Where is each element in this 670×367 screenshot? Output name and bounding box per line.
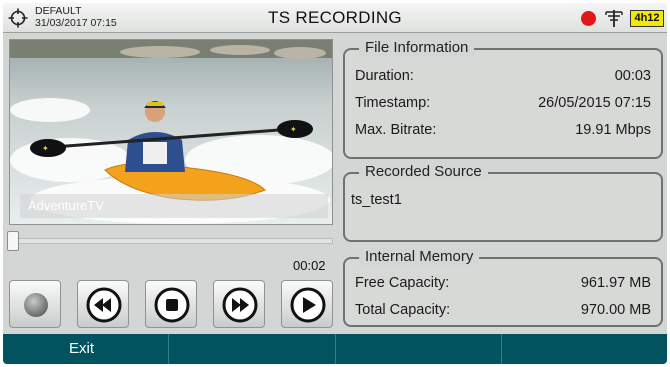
file-information-panel: File Information Duration: 00:03 Timesta… — [343, 39, 663, 159]
softkey-3[interactable] — [336, 334, 502, 364]
record-toggle-button[interactable] — [9, 280, 61, 328]
timestamp-label: Timestamp: — [355, 95, 431, 111]
screen: DEFAULT 31/03/2017 07:15 TS RECORDING 4h… — [3, 3, 667, 364]
rewind-button[interactable] — [77, 280, 129, 328]
stop-button[interactable] — [145, 280, 197, 328]
top-bar: DEFAULT 31/03/2017 07:15 TS RECORDING 4h… — [3, 3, 667, 33]
source-value: ts_test1 — [351, 192, 402, 208]
timestamp-value: 26/05/2015 07:15 — [538, 95, 651, 111]
panel-title: File Information — [359, 39, 475, 56]
progress-bar[interactable] — [9, 238, 333, 244]
bitrate-value: 19.91 Mbps — [575, 122, 651, 138]
free-capacity-label: Free Capacity: — [355, 275, 450, 291]
elapsed-time: 00:02 — [293, 258, 326, 273]
fast-forward-button[interactable] — [213, 280, 265, 328]
total-capacity-label: Total Capacity: — [355, 302, 451, 318]
svg-text:✦: ✦ — [290, 125, 297, 134]
softkey-2[interactable] — [169, 334, 336, 364]
recorded-source-panel: Recorded Source ts_test1 — [343, 163, 663, 242]
exit-softkey[interactable]: Exit — [3, 334, 170, 364]
svg-text:✦: ✦ — [42, 144, 49, 153]
softkey-4[interactable] — [502, 334, 667, 364]
total-capacity-value: 970.00 MB — [580, 302, 651, 318]
antenna-icon — [605, 10, 623, 27]
fast-forward-icon — [222, 287, 258, 323]
free-capacity-value: 961.97 MB — [580, 275, 651, 291]
softkey-bar: Exit — [3, 334, 667, 364]
record-indicator-icon — [581, 11, 596, 26]
page-title: TS RECORDING — [268, 8, 402, 27]
duration-label: Duration: — [355, 68, 414, 84]
bitrate-label: Max. Bitrate: — [355, 122, 437, 138]
battery-icon: 4h12 — [630, 10, 664, 27]
internal-memory-panel: Internal Memory Free Capacity: 961.97 MB… — [343, 248, 663, 327]
rewind-icon — [86, 287, 122, 323]
play-button[interactable] — [281, 280, 333, 328]
channel-label: AdventureTV — [20, 194, 328, 218]
stop-icon — [154, 287, 190, 323]
panel-title: Internal Memory — [359, 248, 480, 265]
disc-icon — [24, 293, 48, 317]
video-preview: ✦ ✦ AdventureTV — [9, 39, 333, 225]
play-icon — [290, 287, 326, 323]
panel-title: Recorded Source — [359, 163, 488, 180]
duration-value: 00:03 — [614, 68, 651, 84]
progress-handle[interactable] — [7, 231, 19, 251]
